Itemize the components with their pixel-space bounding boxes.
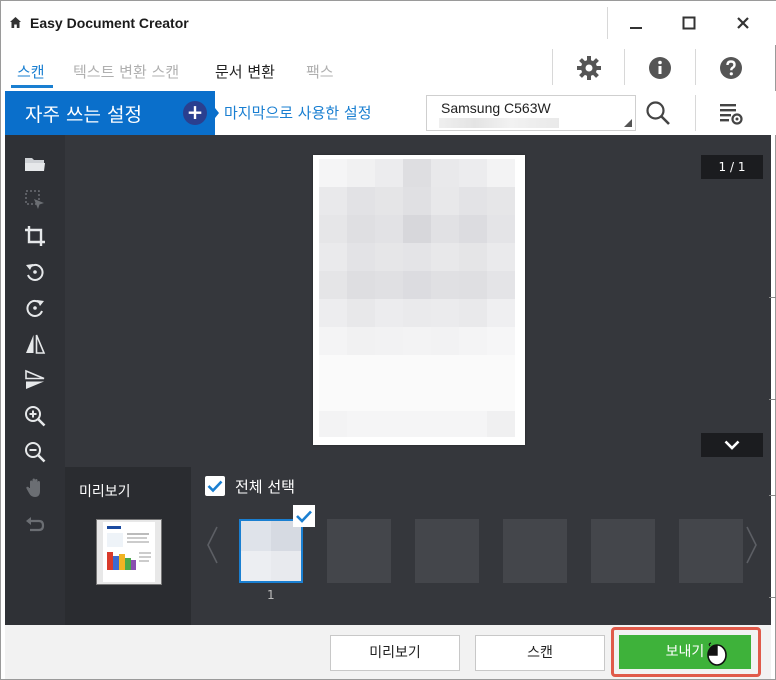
search-device-button[interactable] bbox=[643, 98, 673, 128]
info-button[interactable] bbox=[645, 53, 675, 83]
tab-document-convert[interactable]: 문서 변환 bbox=[215, 61, 275, 82]
help-button[interactable] bbox=[716, 53, 746, 83]
next-page-button[interactable] bbox=[701, 433, 763, 457]
mini-preview-thumbnail[interactable] bbox=[96, 519, 162, 585]
empty-thumbnail-slot bbox=[415, 519, 479, 583]
edit-toolbar bbox=[5, 135, 65, 625]
page-thumbnail[interactable] bbox=[239, 519, 303, 583]
empty-thumbnail-slot bbox=[591, 519, 655, 583]
favorites-arrow bbox=[211, 103, 219, 123]
favorites-bar: 자주 쓰는 설정 + 마지막으로 사용한 설정 Samsung C563W bbox=[1, 91, 776, 135]
toolbar-separator bbox=[695, 95, 696, 131]
title-separator bbox=[607, 7, 608, 39]
app-title: Easy Document Creator bbox=[30, 15, 189, 31]
dropdown-corner-icon bbox=[624, 119, 632, 127]
mini-preview-panel: 미리보기 bbox=[65, 467, 191, 625]
page-selected-checkbox[interactable] bbox=[293, 505, 315, 527]
title-bar: Easy Document Creator bbox=[1, 1, 776, 45]
scroll-right-button[interactable] bbox=[745, 525, 759, 565]
device-name: Samsung C563W bbox=[441, 100, 551, 116]
empty-thumbnail-slot bbox=[503, 519, 567, 583]
toolbar-separator bbox=[624, 49, 625, 85]
zoom-in-icon bbox=[25, 406, 46, 427]
flip-vertical-icon bbox=[26, 334, 46, 354]
search-icon bbox=[646, 101, 670, 125]
select-area-button[interactable] bbox=[21, 186, 49, 214]
scroll-left-button[interactable] bbox=[205, 525, 219, 565]
crop-button[interactable] bbox=[21, 222, 49, 250]
tab-scan[interactable]: 스캔 bbox=[17, 61, 45, 82]
scanned-page-preview bbox=[313, 155, 525, 445]
background-window-edge bbox=[769, 399, 776, 400]
checkmark-icon bbox=[207, 480, 223, 493]
rotate-right-icon bbox=[26, 299, 44, 317]
mode-tabs: 스캔 텍스트 변환 스캔 문서 변환 팩스 bbox=[1, 45, 776, 91]
pan-hand-icon bbox=[26, 478, 40, 497]
empty-thumbnail-slot bbox=[679, 519, 743, 583]
settings-button[interactable] bbox=[574, 53, 604, 83]
minimize-icon bbox=[630, 27, 642, 29]
help-icon bbox=[720, 57, 742, 79]
crop-icon bbox=[25, 226, 45, 246]
mini-preview-label: 미리보기 bbox=[79, 484, 131, 500]
minimize-button[interactable] bbox=[611, 5, 661, 41]
select-area-icon bbox=[25, 190, 44, 209]
favorites-panel[interactable]: 자주 쓰는 설정 + bbox=[5, 91, 215, 135]
zoom-in-button[interactable] bbox=[21, 402, 49, 430]
send-button[interactable]: 보내기 bbox=[619, 635, 751, 669]
empty-thumbnail-slot bbox=[327, 519, 391, 583]
sample-document-thumbnail bbox=[103, 522, 155, 582]
scan-button[interactable]: 스캔 bbox=[475, 635, 605, 671]
checkmark-icon bbox=[296, 510, 312, 523]
tab-fax[interactable]: 팩스 bbox=[306, 61, 334, 82]
background-window-edge bbox=[769, 297, 776, 298]
rotate-left-icon bbox=[26, 263, 44, 281]
action-bar: 미리보기 스캔 보내기 bbox=[5, 625, 771, 679]
scan-preview-area[interactable]: 1 / 1 bbox=[65, 135, 771, 467]
open-folder-button[interactable] bbox=[21, 150, 49, 178]
info-icon bbox=[649, 57, 671, 79]
tab-text-scan[interactable]: 텍스트 변환 스캔 bbox=[73, 61, 179, 82]
flip-horizontal-icon bbox=[25, 369, 45, 389]
zoom-out-icon bbox=[25, 442, 46, 463]
maximize-button[interactable] bbox=[664, 5, 714, 41]
thumbnail-strip: 전체 선택 1 bbox=[191, 467, 771, 625]
flip-vertical-button[interactable] bbox=[21, 330, 49, 358]
preview-button[interactable]: 미리보기 bbox=[330, 635, 460, 671]
rotate-right-button[interactable] bbox=[21, 294, 49, 322]
close-button[interactable] bbox=[718, 5, 768, 41]
device-select[interactable]: Samsung C563W bbox=[426, 95, 636, 131]
home-icon bbox=[10, 17, 21, 28]
select-all-checkbox[interactable] bbox=[205, 476, 225, 496]
app-window: Easy Document Creator 스캔 텍스트 변환 스캔 문서 변환… bbox=[0, 0, 776, 680]
toolbar-separator bbox=[552, 49, 553, 85]
flip-horizontal-button[interactable] bbox=[21, 366, 49, 394]
open-folder-icon bbox=[25, 158, 45, 171]
background-window-edge bbox=[769, 495, 776, 496]
device-address-blurred bbox=[439, 118, 559, 128]
gear-icon bbox=[577, 56, 601, 80]
undo-icon bbox=[26, 517, 45, 532]
mouse-cursor-icon bbox=[707, 642, 727, 666]
device-settings-button[interactable] bbox=[716, 98, 746, 128]
page-counter: 1 / 1 bbox=[701, 155, 763, 179]
rotate-left-button[interactable] bbox=[21, 258, 49, 286]
select-all-label[interactable]: 전체 선택 bbox=[235, 476, 295, 497]
background-window-edge bbox=[769, 597, 776, 598]
blurred-document-content bbox=[319, 159, 515, 437]
undo-button[interactable] bbox=[21, 510, 49, 538]
last-used-settings-link[interactable]: 마지막으로 사용한 설정 bbox=[224, 102, 372, 123]
favorites-title: 자주 쓰는 설정 bbox=[25, 104, 142, 126]
toolbar-separator bbox=[695, 49, 696, 85]
pan-button[interactable] bbox=[21, 474, 49, 502]
page-number: 1 bbox=[267, 588, 275, 602]
close-icon bbox=[737, 17, 749, 29]
zoom-out-button[interactable] bbox=[21, 438, 49, 466]
add-favorite-button[interactable]: + bbox=[183, 101, 207, 125]
list-settings-icon bbox=[720, 104, 743, 125]
active-tab-indicator bbox=[11, 85, 53, 88]
chevron-down-icon bbox=[724, 440, 740, 450]
maximize-icon bbox=[682, 16, 696, 30]
blurred-page-thumbnail bbox=[241, 521, 301, 581]
